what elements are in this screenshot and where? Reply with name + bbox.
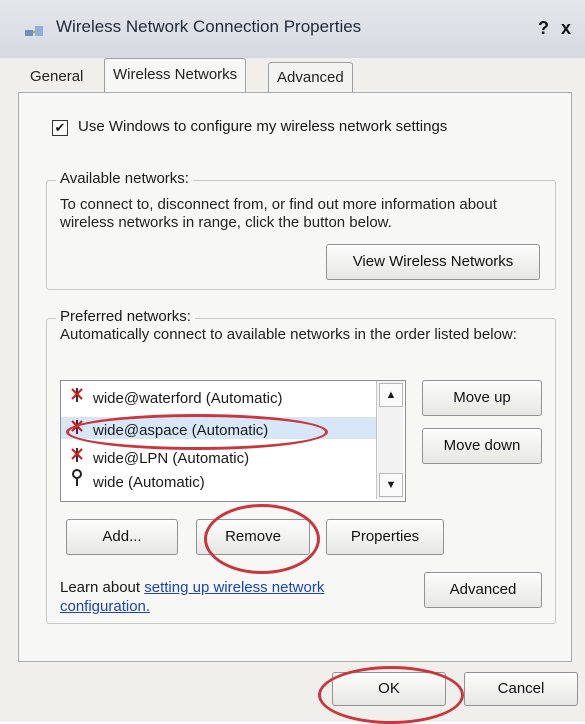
- network-name: wide@aspace (Automatic): [93, 422, 269, 439]
- ok-button[interactable]: OK: [332, 672, 446, 706]
- wireless-x-icon: [67, 417, 87, 442]
- move-up-button[interactable]: Move up: [422, 380, 542, 416]
- title-bar[interactable]: Wireless Network Connection Properties ?…: [0, 0, 585, 58]
- list-item[interactable]: wide@LPN (Automatic): [67, 445, 249, 467]
- tab-advanced[interactable]: Advanced: [268, 62, 353, 93]
- list-scrollbar[interactable]: ▲ ▼: [376, 381, 403, 499]
- list-item[interactable]: wide@waterford (Automatic): [67, 385, 282, 407]
- advanced-button[interactable]: Advanced: [424, 572, 542, 608]
- list-item[interactable]: wide (Automatic): [67, 469, 205, 491]
- help-button[interactable]: ?: [538, 18, 549, 39]
- use-windows-label: Use Windows to configure my wireless net…: [78, 118, 448, 135]
- properties-button[interactable]: Properties: [326, 519, 444, 555]
- cancel-button[interactable]: Cancel: [464, 672, 578, 706]
- learn-about-prefix: Learn about: [60, 579, 145, 596]
- remove-button[interactable]: Remove: [196, 519, 310, 555]
- scroll-down-icon[interactable]: ▼: [379, 473, 403, 497]
- network-name: wide (Automatic): [93, 474, 205, 491]
- wireless-x-icon: [67, 385, 87, 410]
- preferred-networks-list[interactable]: wide@waterford (Automatic) wide@aspace (…: [60, 380, 406, 502]
- network-name: wide@waterford (Automatic): [93, 390, 283, 407]
- preferred-networks-label: Preferred networks:: [56, 308, 195, 325]
- properties-dialog: Wireless Network Connection Properties ?…: [0, 0, 585, 724]
- view-wireless-networks-button[interactable]: View Wireless Networks: [326, 244, 540, 280]
- wireless-x-icon: [67, 445, 87, 470]
- preferred-networks-description: Automatically connect to available netwo…: [60, 326, 517, 343]
- window-title: Wireless Network Connection Properties: [56, 17, 362, 36]
- add-button[interactable]: Add...: [66, 519, 178, 555]
- scroll-up-icon[interactable]: ▲: [379, 383, 403, 407]
- close-button[interactable]: x: [561, 18, 571, 39]
- network-connection-icon: [25, 26, 43, 36]
- available-networks-label: Available networks:: [56, 170, 193, 187]
- available-networks-description: To connect to, disconnect from, or find …: [60, 196, 497, 231]
- tab-general[interactable]: General: [30, 62, 83, 92]
- move-down-button[interactable]: Move down: [422, 428, 542, 464]
- wireless-antenna-icon: [67, 469, 87, 494]
- use-windows-checkbox[interactable]: ✔: [52, 120, 68, 136]
- network-name: wide@LPN (Automatic): [93, 450, 250, 467]
- learn-about-text: Learn about setting up wireless network …: [60, 578, 400, 616]
- list-item-selected[interactable]: wide@aspace (Automatic): [61, 417, 387, 439]
- tab-wireless-networks[interactable]: Wireless Networks: [104, 58, 247, 93]
